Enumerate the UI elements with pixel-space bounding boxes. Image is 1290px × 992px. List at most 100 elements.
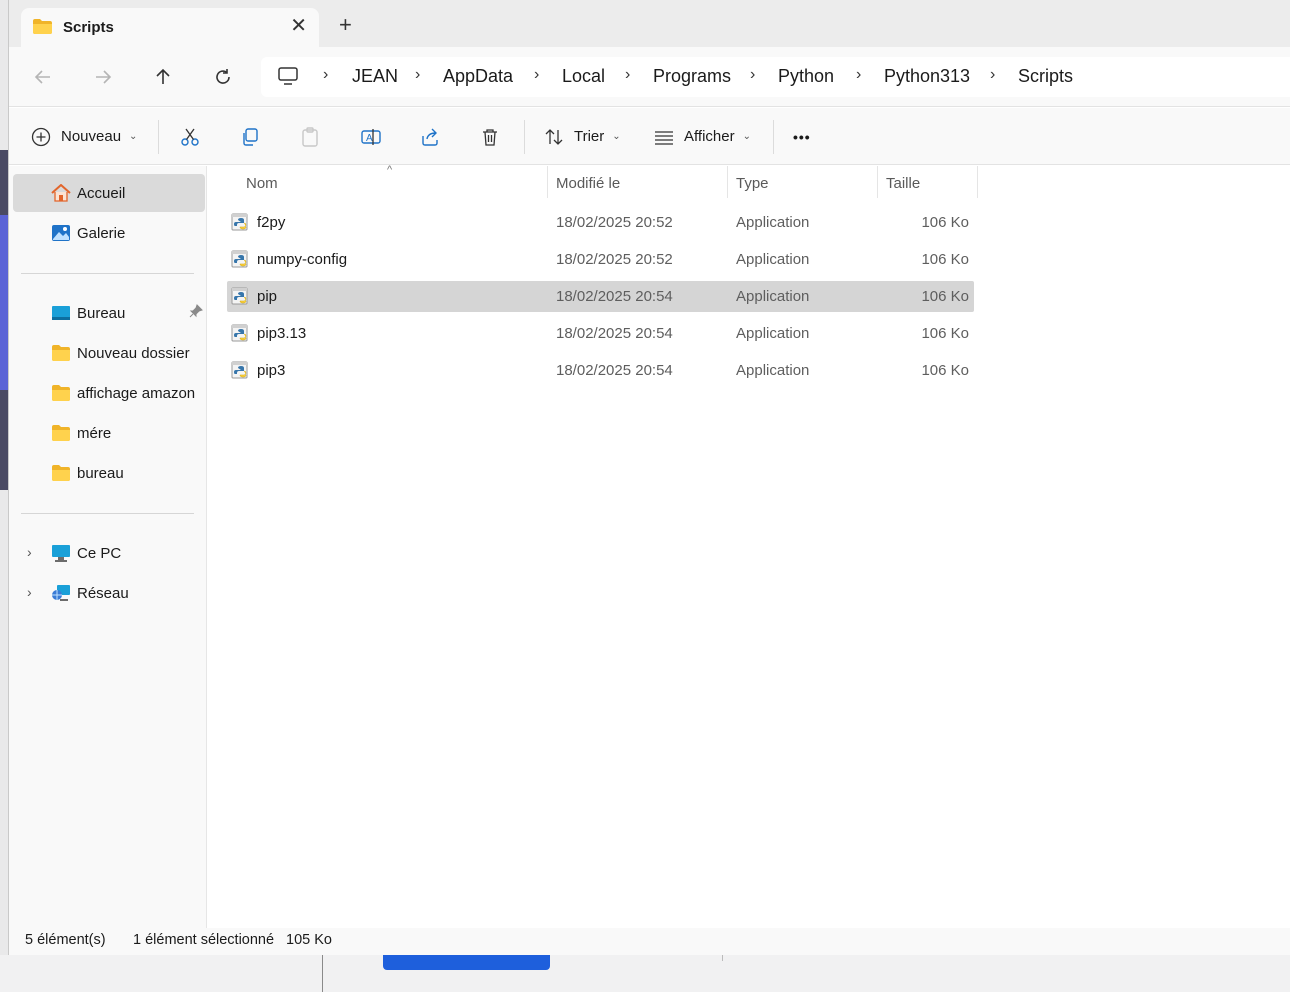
breadcrumb-python[interactable]: Python [778, 66, 834, 87]
close-tab-icon[interactable]: ✕ [290, 16, 307, 36]
pc-icon [52, 545, 70, 562]
file-modified: 18/02/2025 20:54 [556, 288, 673, 305]
up-button[interactable] [149, 63, 177, 91]
file-type: Application [736, 251, 810, 268]
arrow-left-icon [34, 70, 50, 84]
sort-button[interactable]: Trier ⌄ [544, 108, 621, 165]
sidebar-item-affichage-amazon[interactable]: affichage amazon [13, 374, 205, 412]
table-row[interactable]: pip 18/02/2025 20:54 Application 106 Ko [227, 281, 974, 312]
tab-bar: Scripts ✕ + [9, 0, 1290, 47]
breadcrumb-separator[interactable]: › [625, 66, 630, 84]
item-count: 5 élément(s) [25, 932, 106, 948]
file-explorer-window: Scripts ✕ + › JEAN › AppData › Local › P… [8, 0, 1290, 955]
new-tab-button[interactable]: + [339, 14, 352, 36]
more-options-button[interactable]: ••• [793, 108, 811, 165]
file-name: pip3 [257, 362, 286, 379]
home-icon [51, 184, 71, 202]
column-header-name[interactable]: Nom [246, 166, 546, 202]
file-size: 106 Ko [921, 251, 969, 268]
table-row[interactable]: pip3 18/02/2025 20:54 Application 106 Ko [227, 355, 974, 386]
file-name: pip [257, 288, 278, 305]
view-list-icon [655, 130, 673, 145]
desktop-icon [52, 306, 70, 320]
sidebar-item-label: Nouveau dossier [77, 345, 190, 362]
monitor-icon [278, 67, 298, 85]
status-bar: 5 élément(s) 1 élément sélectionné 105 K… [9, 928, 1290, 955]
sidebar-item-bureau-folder[interactable]: bureau [13, 454, 205, 492]
sidebar-item-galerie[interactable]: Galerie [13, 214, 205, 252]
toolbar-divider [773, 120, 774, 154]
file-type: Application [736, 214, 810, 231]
file-type: Application [736, 288, 810, 305]
breadcrumb-separator[interactable]: › [856, 66, 861, 84]
sidebar-item-label: bureau [77, 465, 124, 482]
new-button[interactable]: Nouveau ⌄ [31, 108, 137, 165]
file-size: 106 Ko [921, 362, 969, 379]
sidebar-item-ce-pc[interactable]: › Ce PC [13, 534, 205, 572]
column-divider[interactable] [877, 166, 878, 198]
breadcrumb-separator[interactable]: › [323, 66, 328, 84]
sidebar-item-label: Réseau [77, 585, 129, 602]
share-button[interactable] [420, 108, 440, 165]
breadcrumb-separator[interactable]: › [415, 66, 420, 84]
breadcrumb-separator[interactable]: › [534, 66, 539, 84]
new-button-label: Nouveau [61, 128, 122, 145]
folder-icon [52, 425, 70, 441]
sidebar-item-reseau[interactable]: › Réseau [13, 574, 205, 612]
desktop-background-accent [0, 215, 8, 390]
arrow-up-icon [156, 68, 170, 84]
column-divider[interactable] [977, 166, 978, 198]
forward-button[interactable] [89, 63, 117, 91]
rename-button[interactable]: A [360, 108, 382, 165]
file-name: pip3.13 [257, 325, 307, 342]
breadcrumb-jean[interactable]: JEAN [352, 66, 398, 87]
clipboard-icon [302, 126, 318, 147]
share-icon [422, 128, 438, 146]
cut-button[interactable] [180, 108, 200, 165]
column-divider[interactable] [547, 166, 548, 198]
toolbar-divider [524, 120, 525, 154]
sidebar-item-bureau-pinned[interactable]: Bureau [13, 294, 205, 332]
breadcrumb-separator[interactable]: › [990, 66, 995, 84]
file-modified: 18/02/2025 20:52 [556, 251, 673, 268]
navigation-bar: › JEAN › AppData › Local › Programs › Py… [9, 47, 1290, 107]
column-divider[interactable] [727, 166, 728, 198]
sort-button-label: Trier [574, 128, 605, 145]
column-header-modified[interactable]: Modifié le [556, 166, 726, 202]
breadcrumb-local[interactable]: Local [562, 66, 605, 87]
copy-button[interactable] [240, 108, 260, 165]
table-row[interactable]: numpy-config 18/02/2025 20:52 Application 1… [227, 244, 974, 275]
file-modified: 18/02/2025 20:54 [556, 362, 673, 379]
address-bar[interactable]: › JEAN › AppData › Local › Programs › Py… [261, 57, 1290, 97]
arrow-right-icon [96, 70, 112, 84]
column-header-size[interactable]: Taille [886, 166, 976, 202]
breadcrumb-scripts[interactable]: Scripts [1018, 66, 1073, 87]
folder-icon [52, 385, 70, 401]
table-row[interactable]: f2py 18/02/2025 20:52 Application 106 Ko [227, 207, 974, 238]
file-list: ^ Nom Modifié le Type Taille f2py 18/02/2… [207, 164, 1290, 928]
background-divider [722, 955, 723, 961]
breadcrumb-separator[interactable]: › [750, 66, 755, 84]
sidebar-item-nouveau-dossier[interactable]: Nouveau dossier [13, 334, 205, 372]
chevron-down-icon: ⌄ [129, 131, 138, 142]
chevron-right-icon[interactable]: › [27, 584, 32, 600]
breadcrumb-appdata[interactable]: AppData [443, 66, 513, 87]
table-row[interactable]: pip3.13 18/02/2025 20:54 Application 106 Ko [227, 318, 974, 349]
back-button[interactable] [29, 63, 57, 91]
column-header-type[interactable]: Type [736, 166, 876, 202]
tab-scripts[interactable]: Scripts ✕ [21, 8, 319, 47]
sidebar-item-label: Accueil [77, 185, 126, 202]
chevron-right-icon[interactable]: › [27, 544, 32, 560]
view-button[interactable]: Afficher ⌄ [654, 108, 751, 165]
folder-icon [33, 19, 52, 34]
delete-button[interactable] [480, 108, 500, 165]
python-script-icon [231, 213, 248, 231]
breadcrumb-programs[interactable]: Programs [653, 66, 731, 87]
paste-button[interactable] [300, 108, 320, 165]
sidebar-item-label: Bureau [77, 305, 126, 322]
refresh-button[interactable] [209, 63, 237, 91]
refresh-icon [216, 69, 230, 84]
sidebar-item-accueil[interactable]: Accueil [13, 174, 205, 212]
sidebar-item-mere[interactable]: mére [13, 414, 205, 452]
breadcrumb-python313[interactable]: Python313 [884, 66, 970, 87]
